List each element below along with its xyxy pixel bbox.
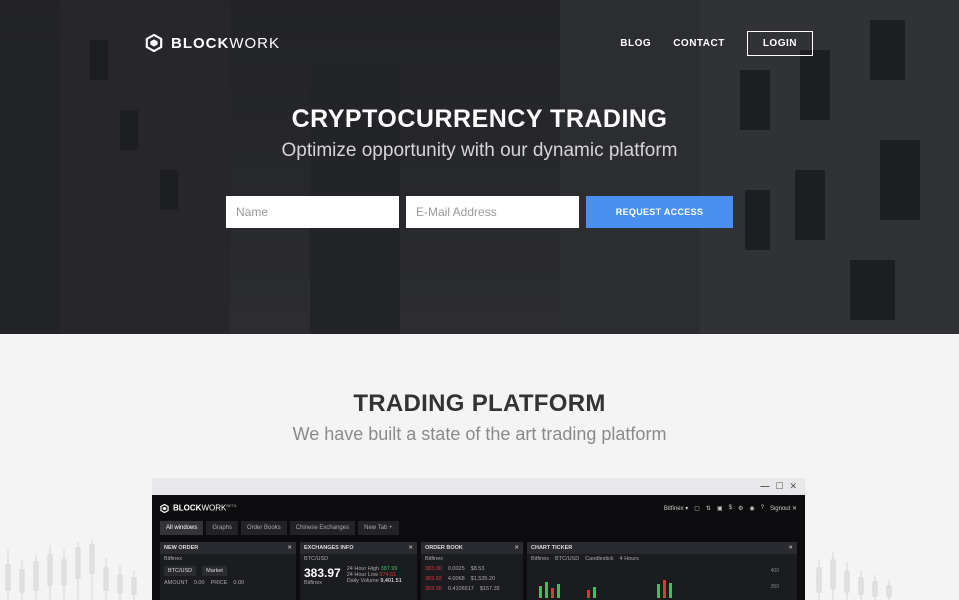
close-icon[interactable]: ✕	[789, 482, 797, 491]
hexagon-logo-icon	[145, 34, 163, 52]
window-chrome: — ☐ ✕	[152, 478, 805, 495]
order-type-select[interactable]: Market	[202, 566, 227, 576]
switch-icon[interactable]: ⇅	[706, 505, 711, 512]
user-icon[interactable]: ◉	[749, 505, 754, 512]
brand-name: BLOCKWORK	[171, 34, 280, 52]
hero-section: BLOCKWORK BLOG CONTACT LOGIN CRYPTOCURRE…	[0, 0, 959, 334]
price-value[interactable]: 0.00	[233, 580, 244, 586]
chart-candle	[593, 587, 596, 598]
chart-candle	[545, 582, 548, 598]
order-row: 383.90 0.0025 $8.53	[425, 566, 485, 572]
login-button[interactable]: LOGIN	[746, 31, 813, 56]
maximize-icon[interactable]: ☐	[775, 482, 783, 491]
exchange-name: Bitfinex	[304, 580, 323, 586]
chart-type-select[interactable]: Candlestick	[585, 556, 613, 562]
section-title: TRADING PLATFORM	[353, 390, 606, 417]
scale-label: 400	[770, 568, 779, 574]
tab-graphs[interactable]: Graphs	[206, 521, 239, 535]
nav-contact[interactable]: CONTACT	[673, 38, 725, 49]
top-nav: BLOG CONTACT LOGIN	[620, 31, 813, 56]
settings-icon[interactable]: ⚙	[738, 505, 743, 512]
order-row: 383.92 4.0068 $1,535.20	[425, 576, 496, 582]
tab-chinese-exchanges[interactable]: Chinese Exchanges	[289, 521, 356, 535]
order-row: 383.95 0.4106517 $157.35	[425, 586, 500, 592]
tab-all-windows[interactable]: All windows	[160, 521, 204, 535]
wallet-icon[interactable]: ▣	[717, 505, 723, 512]
hero-subtitle: Optimize opportunity with our dynamic pl…	[281, 140, 678, 161]
hexagon-logo-icon	[160, 503, 169, 513]
last-price: 383.97	[304, 566, 341, 580]
amount-label: AMOUNT	[164, 580, 188, 586]
stat-label: Daily Volume	[346, 578, 379, 584]
platform-screenshot: — ☐ ✕ BLOCKWORKBETA Bitfinex ▾ ▢ ⇅ ▣ $ ⚙…	[152, 478, 805, 600]
panel-title: CHART TICKER	[531, 545, 573, 551]
price-label: PRICE	[210, 580, 228, 586]
chart-candle	[663, 580, 666, 598]
site-logo[interactable]: BLOCKWORK	[145, 34, 280, 52]
access-form: REQUEST ACCESS	[226, 196, 733, 228]
email-input[interactable]	[406, 196, 579, 228]
chart-candle	[539, 586, 542, 598]
panel-title: NEW ORDER	[164, 545, 199, 551]
close-icon[interactable]: ✕	[408, 545, 413, 551]
chart-candle	[587, 590, 590, 598]
app-header-controls: Bitfinex ▾ ▢ ⇅ ▣ $ ⚙ ◉ ? Signout ✕	[664, 505, 797, 512]
pair-select[interactable]: BTC/USD	[555, 556, 579, 562]
app-logo: BLOCKWORKBETA	[160, 503, 237, 513]
order-book-panel: ORDER BOOK ✕ Bitfinex 383.90 0.0025 $8.53 3…	[421, 542, 523, 600]
exchange-select[interactable]: Bitfinex	[164, 556, 182, 562]
hero-overlay	[0, 0, 959, 334]
help-icon[interactable]: ?	[761, 505, 764, 511]
stat-value: 9,401.51	[380, 578, 402, 584]
decorative-candles-left	[5, 540, 137, 600]
decorative-candles-right	[816, 552, 892, 600]
tab-order-books[interactable]: Order Books	[241, 521, 287, 535]
pair-select[interactable]: BTC/USD	[304, 556, 328, 562]
dollar-icon[interactable]: $	[729, 505, 732, 511]
interval-select[interactable]: 4 Hours	[620, 556, 639, 562]
name-input[interactable]	[226, 196, 399, 228]
exchange-select[interactable]: Bitfinex	[531, 556, 549, 562]
nav-blog[interactable]: BLOG	[620, 38, 651, 49]
exchanges-info-panel: EXCHANGES INFO ✕ BTC/USD 383.97 Bitfinex …	[300, 542, 417, 600]
panel-title: ORDER BOOK	[425, 545, 463, 551]
app-header: BLOCKWORKBETA Bitfinex ▾ ▢ ⇅ ▣ $ ⚙ ◉ ? S…	[152, 495, 805, 521]
section-subtitle: We have built a state of the art trading…	[292, 424, 667, 444]
layout-icon[interactable]: ▢	[694, 505, 700, 512]
panel-title: EXCHANGES INFO	[304, 545, 354, 551]
close-icon[interactable]: ✕	[514, 545, 519, 551]
scale-label: 350	[770, 584, 779, 590]
chart-candle	[551, 588, 554, 598]
close-icon[interactable]: ✕	[287, 545, 292, 551]
new-order-panel: NEW ORDER ✕ Bitfinex BTC/USD Market AMOUN…	[160, 542, 296, 600]
chart-candle	[657, 584, 660, 598]
exchange-select[interactable]: Bitfinex ▾	[664, 505, 688, 512]
exchange-select[interactable]: Bitfinex	[425, 556, 443, 562]
app-tabs: All windows Graphs Order Books Chinese E…	[152, 521, 805, 535]
chart-candle	[557, 584, 560, 598]
minimize-icon[interactable]: —	[760, 482, 769, 491]
tab-new[interactable]: New Tab +	[358, 521, 399, 535]
hero-title: CRYPTOCURRENCY TRADING	[291, 105, 668, 133]
close-icon[interactable]: ✕	[788, 545, 793, 551]
pair-select[interactable]: BTC/USD	[164, 566, 197, 576]
chart-candle	[669, 583, 672, 598]
amount-value[interactable]: 0.00	[194, 580, 205, 586]
chart-ticker-panel: CHART TICKER ✕ Bitfinex BTC/USD Candlesti…	[527, 542, 797, 600]
request-access-button[interactable]: REQUEST ACCESS	[586, 196, 733, 228]
signout-button[interactable]: Signout ✕	[770, 505, 797, 512]
app-panels: NEW ORDER ✕ Bitfinex BTC/USD Market AMOUN…	[160, 542, 797, 600]
